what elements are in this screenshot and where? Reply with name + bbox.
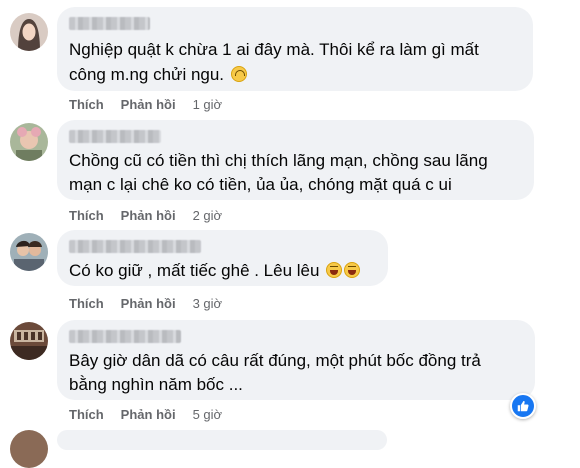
reply-link[interactable]: Phản hồi — [121, 296, 176, 311]
like-reaction-badge[interactable] — [510, 393, 536, 419]
comment-bubble: Bây giờ dân dã có câu rất đúng, một phút… — [57, 320, 535, 400]
like-link[interactable]: Thích — [69, 97, 104, 112]
comment-bubble — [57, 430, 387, 450]
laughing-face-emoji — [344, 262, 361, 278]
laughing-face-emoji — [326, 262, 343, 278]
comment-text-fragment: công m.ng chửi ngu. — [69, 65, 225, 84]
comment-text-line: Bây giờ dân dã có câu rất đúng, một phút… — [69, 351, 481, 370]
timestamp[interactable]: 1 giờ — [193, 97, 223, 112]
comment-bubble: Nghiệp quật k chừa 1 ai đây mà. Thôi kể … — [57, 7, 533, 91]
comment-actions: Thích Phản hồi 1 giờ — [69, 96, 222, 112]
avatar[interactable] — [10, 430, 48, 468]
timestamp[interactable]: 3 giờ — [193, 296, 223, 311]
author-name-blurred[interactable] — [69, 330, 181, 343]
timestamp[interactable]: 2 giờ — [193, 208, 223, 223]
avatar[interactable] — [10, 123, 48, 161]
comment-bubble: Có ko giữ , mất tiếc ghê . Lêu lêu — [57, 230, 388, 286]
comment-text-line: Nghiệp quật k chừa 1 ai đây mà. Thôi kể … — [69, 40, 479, 59]
like-link[interactable]: Thích — [69, 296, 104, 311]
comment-actions: Thích Phản hồi 2 giờ — [69, 207, 222, 223]
author-name-blurred[interactable] — [69, 130, 161, 143]
reply-link[interactable]: Phản hồi — [121, 208, 176, 223]
author-name-blurred[interactable] — [69, 17, 150, 30]
comment-text-line: Chồng cũ có tiền thì chị thích lãng mạn,… — [69, 151, 488, 170]
comment-text-line: mạn c lại chê ko có tiền, ủa ủa, chóng m… — [69, 175, 452, 194]
upside-down-face-emoji — [230, 66, 247, 82]
avatar[interactable] — [10, 322, 48, 360]
timestamp[interactable]: 5 giờ — [193, 407, 223, 422]
comment-actions: Thích Phản hồi 5 giờ — [69, 406, 222, 422]
comment-text-line: Có ko giữ , mất tiếc ghê . Lêu lêu — [69, 258, 361, 283]
like-link[interactable]: Thích — [69, 407, 104, 422]
thumbs-up-icon — [517, 401, 529, 412]
reply-link[interactable]: Phản hồi — [121, 407, 176, 422]
avatar[interactable] — [10, 233, 48, 271]
avatar[interactable] — [10, 13, 48, 51]
reply-link[interactable]: Phản hồi — [121, 97, 176, 112]
author-name-blurred[interactable] — [69, 240, 201, 253]
like-link[interactable]: Thích — [69, 208, 104, 223]
comment-bubble: Chồng cũ có tiền thì chị thích lãng mạn,… — [57, 120, 534, 200]
comment-actions: Thích Phản hồi 3 giờ — [69, 295, 222, 311]
comment-text-fragment: Có ko giữ , mất tiếc ghê . Lêu lêu — [69, 261, 320, 280]
comment-text-line: công m.ng chửi ngu. — [69, 62, 247, 87]
comment-text-line: bằng nghìn năm bốc ... — [69, 375, 243, 394]
